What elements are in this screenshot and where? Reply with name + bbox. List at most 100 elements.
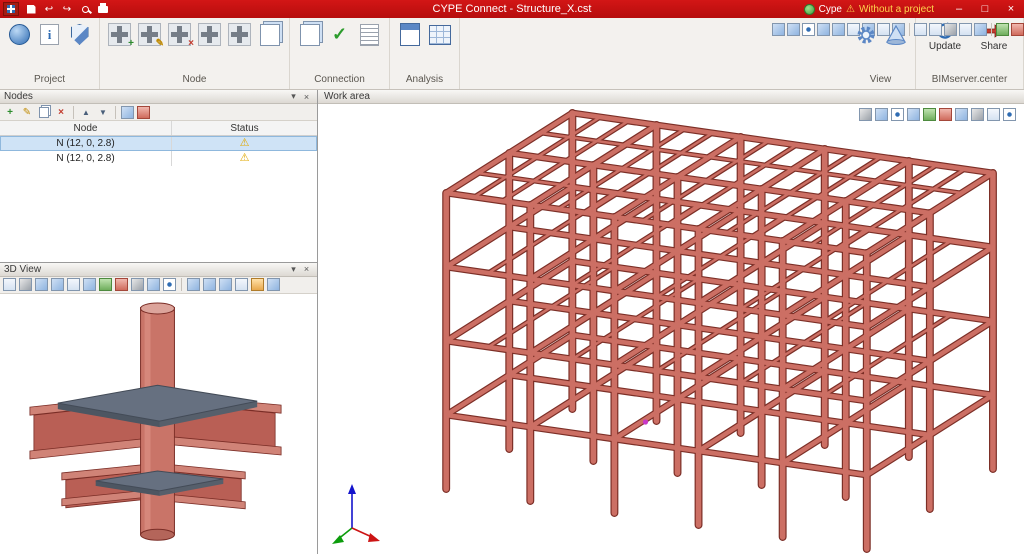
dimensions-icon[interactable]: [959, 23, 972, 36]
move-down-button[interactable]: ▼: [96, 105, 110, 119]
mesh-view-icon[interactable]: [971, 108, 984, 121]
table-row[interactable]: N (12, 0, 2.8) ⚠: [0, 136, 317, 151]
canvas-toolbar: [859, 108, 1016, 121]
section-view-icon[interactable]: [115, 278, 128, 291]
warning-icon: ⚠: [846, 4, 855, 15]
view-options-button[interactable]: [853, 22, 878, 47]
elements-color-icon[interactable]: [923, 108, 936, 121]
zoom-in-icon[interactable]: [203, 278, 216, 291]
cype-cloud-icon[interactable]: [804, 4, 815, 15]
perspective-icon[interactable]: [875, 108, 888, 121]
printer-glyph: [98, 6, 108, 13]
column-header-status[interactable]: Status: [172, 121, 317, 135]
pencil-badge-icon: ✎: [156, 39, 164, 49]
visibility-icon[interactable]: [163, 278, 176, 291]
work-area-canvas[interactable]: [318, 104, 1024, 554]
grid-icon[interactable]: [929, 23, 942, 36]
cype-label[interactable]: Cype: [819, 4, 842, 15]
delete-node-button-small[interactable]: ×: [54, 105, 68, 119]
app-logo-icon[interactable]: [3, 2, 19, 16]
measure-icon[interactable]: [859, 108, 872, 121]
solid-view-icon[interactable]: [996, 23, 1009, 36]
ribbon-group-view-label: View: [853, 73, 908, 87]
toolbar-separator: [73, 106, 74, 119]
zoom-out-icon[interactable]: [219, 278, 232, 291]
lighting-icon[interactable]: [251, 278, 264, 291]
check-connection-button[interactable]: ✓: [327, 22, 352, 47]
node-cell: N (12, 0, 2.8): [0, 136, 172, 151]
redo-icon[interactable]: ↪: [58, 0, 76, 18]
collapse-panel-icon[interactable]: ▾: [287, 91, 300, 102]
previous-zoom-icon[interactable]: [235, 278, 248, 291]
project-warning-label[interactable]: Without a project: [859, 4, 934, 15]
zoom-out-icon[interactable]: [832, 23, 845, 36]
update-label: Update: [929, 41, 961, 52]
visibility-icon[interactable]: [802, 23, 815, 36]
zoom-extents-icon[interactable]: [83, 278, 96, 291]
explode-view-icon[interactable]: [907, 108, 920, 121]
rotate-view-icon[interactable]: [187, 278, 200, 291]
copy-node-button[interactable]: [257, 22, 282, 47]
clear-selection-icon[interactable]: [137, 106, 150, 119]
view3d-canvas[interactable]: [0, 294, 317, 554]
solid-cube-icon[interactable]: [987, 108, 1000, 121]
print-view-icon[interactable]: [3, 278, 16, 291]
print-icon[interactable]: [94, 0, 112, 18]
edit-node-button-small[interactable]: ✎: [20, 105, 34, 119]
save-icon[interactable]: [22, 0, 40, 18]
new-node-button[interactable]: +: [107, 22, 132, 47]
ribbon-group-analysis: Analysis: [390, 18, 460, 89]
window-title: CYPE Connect - Structure_X.cst: [433, 3, 592, 15]
connection-report-button[interactable]: [357, 22, 382, 47]
labels-icon[interactable]: [974, 23, 987, 36]
node-cell: N (12, 0, 2.8): [0, 151, 172, 166]
section-view-icon[interactable]: [1011, 23, 1024, 36]
close-panel-icon[interactable]: ×: [300, 264, 313, 274]
model-visibility-icon[interactable]: [1003, 108, 1016, 121]
iso-view-icon[interactable]: [147, 278, 160, 291]
solid-view-icon[interactable]: [99, 278, 112, 291]
visibility-icon[interactable]: [891, 108, 904, 121]
pan-icon[interactable]: [51, 278, 64, 291]
safety-factors-button[interactable]: [67, 22, 92, 47]
collapse-panel-icon[interactable]: ▾: [287, 264, 300, 275]
results-table-button[interactable]: [427, 22, 452, 47]
column-header-node[interactable]: Node: [0, 121, 172, 135]
wireframe-icon[interactable]: [131, 278, 144, 291]
rotate-view-icon[interactable]: [787, 23, 800, 36]
node-type-button[interactable]: [197, 22, 222, 47]
cone-view-button[interactable]: [883, 22, 908, 47]
close-panel-icon[interactable]: ×: [300, 92, 313, 102]
ribbon-group-connection: ✓ Connection: [290, 18, 390, 89]
perspective-icon[interactable]: [914, 23, 927, 36]
zoom-window-icon[interactable]: [67, 278, 80, 291]
move-up-button[interactable]: ▲: [79, 105, 93, 119]
close-button[interactable]: ×: [1000, 0, 1022, 18]
general-options-button[interactable]: [7, 22, 32, 47]
snap-icon[interactable]: [944, 23, 957, 36]
edit-node-button[interactable]: ✎: [137, 22, 162, 47]
minimize-button[interactable]: –: [948, 0, 970, 18]
general-data-button[interactable]: [37, 22, 62, 47]
orbit-icon[interactable]: [772, 23, 785, 36]
undo-icon[interactable]: ↩: [40, 0, 58, 18]
measure-icon[interactable]: [19, 278, 32, 291]
local-axes-icon[interactable]: [955, 108, 968, 121]
copy-node-button-small[interactable]: [37, 105, 51, 119]
toolbar-separator: [181, 278, 182, 291]
maximize-button[interactable]: □: [974, 0, 996, 18]
sections-color-icon[interactable]: [939, 108, 952, 121]
add-node-button[interactable]: +: [3, 105, 17, 119]
node-group-button[interactable]: [227, 22, 252, 47]
gear-icon: [855, 24, 877, 46]
operations-button[interactable]: [297, 22, 322, 47]
orbit-icon[interactable]: [35, 278, 48, 291]
table-row[interactable]: N (12, 0, 2.8) ⚠: [0, 151, 317, 166]
zoom-in-icon[interactable]: [817, 23, 830, 36]
zoom-icon[interactable]: [76, 0, 94, 18]
analysis-options-button[interactable]: [397, 22, 422, 47]
view3d-panel-header: 3D View ▾ ×: [0, 263, 317, 277]
select-all-icon[interactable]: [121, 106, 134, 119]
screenshot-icon[interactable]: [267, 278, 280, 291]
delete-node-button[interactable]: ×: [167, 22, 192, 47]
